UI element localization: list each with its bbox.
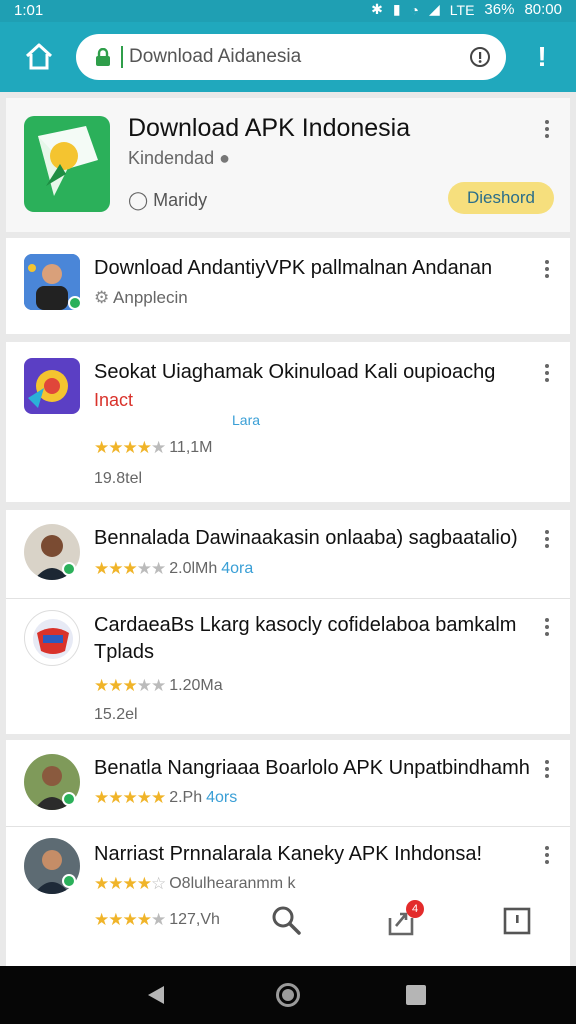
app-rating: ★★★★★ 2.Ph 4ors (94, 788, 237, 808)
more-options-icon[interactable] (538, 256, 556, 282)
app-icon (24, 358, 80, 414)
divider (6, 598, 570, 599)
system-nav-bar (0, 966, 576, 1024)
url-separator (121, 46, 123, 68)
info-icon[interactable] (468, 45, 492, 69)
back-icon[interactable] (146, 984, 166, 1006)
status-clock: 80:00 (524, 1, 562, 18)
rating-value: 11,1M (169, 439, 213, 456)
gear-icon: ⚙ (94, 288, 110, 307)
app-title: Narriast Prnnalarala Kaneky APK Inhdonsa… (94, 843, 482, 865)
app-meta-text: Anpplecin (113, 288, 188, 307)
rating-value: O8lulhearanmm k (169, 875, 296, 892)
home-button[interactable] (22, 40, 56, 74)
app-extra: 4ora (221, 560, 254, 577)
url-field[interactable]: Download Aidanesia (76, 34, 506, 80)
featured-meta-text: Maridy (153, 190, 208, 210)
verified-badge (62, 874, 76, 888)
app-title: CardaeaBs Lkarg kasocly cofidelaboa bamk… (94, 614, 517, 636)
more-options-icon[interactable] (538, 614, 556, 640)
star-rating: ★★★★☆ (94, 874, 166, 893)
app-title: Benatla Nangriaaa Boarlolo APK Unpatbind… (94, 757, 530, 779)
featured-subtitle: Kindendad ● (128, 148, 230, 169)
star-rating: ★★★★★ (94, 788, 166, 807)
recent-icon[interactable] (406, 985, 426, 1005)
clock-icon: ◯ (128, 190, 149, 210)
alert-icon[interactable]: ! (530, 40, 554, 74)
browser-toolbar: Download Aidanesia ! (0, 22, 576, 92)
bottom-actions: 4 (0, 900, 576, 944)
app-extra: 4ors (206, 789, 238, 806)
featured-download-button[interactable]: Dieshord (448, 182, 554, 214)
app-rating: ★★★★★ 11,1M (94, 438, 213, 458)
verified-badge (68, 296, 82, 310)
app-card-group: Bennalada Dawinaakasin onlaaba) sagbaata… (6, 510, 570, 734)
home-circle-icon[interactable] (276, 983, 300, 1007)
app-size: 15.2el (94, 706, 138, 723)
app-rating: ★★★★★ 1.20Ma (94, 676, 223, 696)
star-rating: ★★★★★ (94, 559, 166, 578)
more-options-icon[interactable] (538, 756, 556, 782)
featured-card[interactable]: Download APK Indonesia Kindendad ● ◯ Mar… (6, 98, 570, 232)
star-rating: ★★★★★ (94, 676, 166, 695)
lock-icon (96, 48, 110, 66)
nfc-icon: ✱ (371, 1, 383, 17)
app-tag: Inact (94, 390, 134, 410)
globe-icon: ● (219, 148, 230, 168)
rating-value: 2.0lMh (169, 560, 218, 577)
more-options-icon[interactable] (538, 360, 556, 386)
divider (6, 826, 570, 827)
app-meta: ⚙ Anpplecin (94, 288, 188, 308)
tab-icon[interactable] (502, 906, 532, 936)
verified-badge (62, 792, 76, 806)
app-label: Lara (232, 412, 261, 428)
wifi-icon: ◔ (410, 1, 419, 18)
app-card[interactable]: Download AndantiyVPK pallmalnan Andanan … (6, 238, 570, 334)
search-icon[interactable] (270, 904, 302, 936)
app-size: 19.8tel (94, 470, 143, 487)
more-options-icon[interactable] (538, 116, 556, 142)
app-rating: ★★★★★ 2.0lMh 4ora (94, 559, 253, 579)
app-rating: ★★★★☆ O8lulhearanmm k (94, 874, 296, 894)
star-rating: ★★★★★ (94, 438, 166, 457)
battery-percent: 36% (484, 1, 515, 18)
more-options-icon[interactable] (538, 526, 556, 552)
url-text: Download Aidanesia (129, 46, 302, 67)
status-bar: 1:01 ✱ ▮ ◔ ◢ LTE 36% 80:00 (0, 0, 576, 22)
app-title: Bennalada Dawinaakasin onlaaba) sagbaata… (94, 527, 518, 549)
app-card[interactable]: Seokat Uiaghamak Okinuload Kali oupioach… (6, 342, 570, 502)
avatar (24, 610, 80, 666)
rating-value: 1.20Ma (169, 677, 223, 694)
more-options-icon[interactable] (538, 842, 556, 868)
app-title: Download AndantiyVPK pallmalnan Andanan (94, 257, 493, 279)
rating-value: 2.Ph (169, 789, 203, 806)
featured-meta: ◯ Maridy (128, 190, 207, 211)
app-title: Seokat Uiaghamak Okinuload Kali oupioach… (94, 361, 496, 383)
signal-icon: ▮ (392, 1, 401, 17)
home-icon (25, 43, 53, 70)
featured-app-icon (24, 116, 110, 212)
app-title-line2: Tplads (94, 641, 155, 663)
featured-title: Download APK Indonesia (128, 114, 411, 142)
featured-subtitle-text: Kindendad (128, 148, 215, 168)
notification-badge: 4 (406, 900, 424, 918)
lte-label: LTE (449, 1, 475, 18)
verified-badge (62, 562, 76, 576)
status-icons: ✱ ▮ ◔ ◢ LTE 36% 80:00 (371, 1, 562, 18)
status-time: 1:01 (14, 2, 44, 19)
cell-icon: ◢ (429, 1, 440, 17)
